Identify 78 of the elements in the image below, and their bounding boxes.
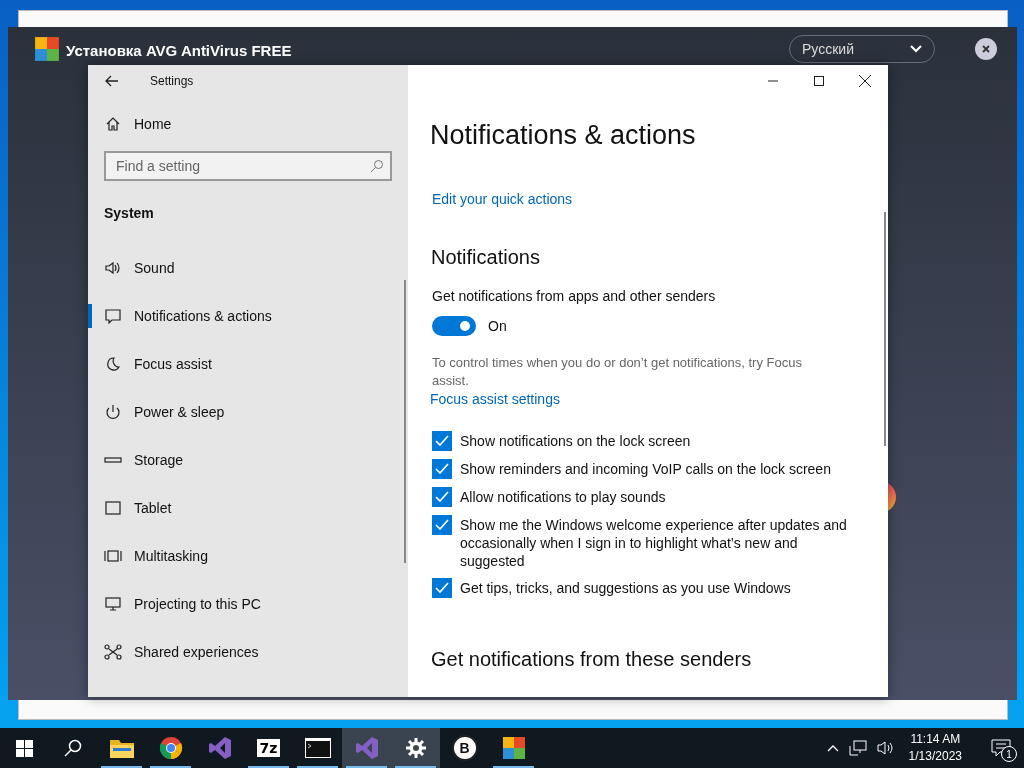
hint-text: To control times when you do or don’t get notifications, try Focus assist. — [432, 354, 803, 390]
close-button[interactable] — [975, 38, 997, 60]
taskbar-app[interactable]: B — [440, 728, 489, 768]
sidebar-item[interactable]: Power & sleep — [88, 388, 408, 436]
checkmark-icon — [435, 435, 449, 447]
sidebar-item[interactable]: Focus assist — [88, 340, 408, 388]
taskbar-app[interactable]: 7z — [244, 728, 293, 768]
scrollbar[interactable] — [404, 280, 406, 563]
toggle-switch[interactable] — [432, 316, 476, 336]
section-heading: Get notifications from these senders — [431, 648, 753, 671]
close-icon — [859, 75, 871, 87]
search-icon — [370, 159, 384, 173]
volume-icon[interactable] — [876, 740, 895, 756]
checkbox[interactable] — [432, 487, 452, 507]
browser-icon — [158, 736, 183, 760]
checkbox-label: Show reminders and incoming VoIP calls on the lock screen — [460, 460, 832, 478]
monitor-icon — [104, 596, 122, 612]
terminal-icon — [304, 738, 331, 758]
letter-logo: B — [451, 735, 478, 761]
checkmark-icon — [435, 519, 449, 531]
window-title: Settings — [150, 74, 194, 88]
sidebar-item[interactable]: Projecting to this PC — [88, 580, 408, 628]
windows-stack-icon — [104, 548, 122, 564]
share-nodes-icon — [104, 644, 122, 660]
speaker-icon — [104, 260, 122, 276]
checkbox[interactable] — [432, 515, 452, 535]
page-title: Notifications & actions — [430, 120, 697, 151]
sidebar-item[interactable]: Multitasking — [88, 532, 408, 580]
notifications-button[interactable]: 1 — [978, 728, 1024, 768]
sidebar-item[interactable]: Tablet — [88, 484, 408, 532]
search-field[interactable]: Find a setting — [104, 151, 392, 181]
checkbox-label: Get tips, tricks, and suggestions as you use Windows — [460, 579, 792, 597]
folder-icon — [109, 738, 134, 758]
logo-icon — [34, 36, 60, 62]
home-link[interactable]: Home — [88, 101, 408, 147]
speech-bubble-icon — [991, 739, 1011, 757]
notification-count: 1 — [1001, 746, 1017, 762]
close-icon — [981, 44, 991, 54]
chevron-icon — [910, 45, 922, 53]
focus-assist-link[interactable]: Focus assist settings — [430, 391, 560, 407]
sidebar-item[interactable]: Sound — [88, 244, 408, 292]
maximize-icon — [814, 76, 824, 86]
chevron-up-icon[interactable] — [826, 744, 839, 752]
windows-logo-icon — [15, 739, 33, 757]
checkbox[interactable] — [432, 431, 452, 451]
moon-icon — [104, 356, 122, 372]
section-heading: System — [103, 204, 155, 221]
ribbon-icon — [354, 736, 379, 760]
checkbox[interactable] — [432, 578, 452, 598]
speech-bubble-icon — [104, 308, 122, 324]
clock[interactable]: 11:14 AM 1/13/2023 — [908, 731, 962, 765]
checkmark-icon — [435, 463, 449, 475]
power-icon — [104, 404, 122, 420]
sidebar-item[interactable]: Shared experiences — [88, 628, 408, 676]
checkbox-label: Show notifications on the lock screen — [460, 432, 692, 450]
network-icon[interactable] — [848, 740, 867, 756]
checkbox[interactable] — [432, 459, 452, 479]
arrow-left-icon — [105, 75, 119, 87]
sidebar-item[interactable]: Storage — [88, 436, 408, 484]
house-icon — [104, 116, 122, 132]
quick-actions-link[interactable]: Edit your quick actions — [432, 191, 573, 207]
checkbox-label: Allow notifications to play sounds — [460, 488, 667, 506]
checkmark-icon — [435, 491, 449, 503]
archiver-logo: 7z — [256, 739, 281, 757]
tablet-icon — [104, 500, 122, 516]
checkmark-icon — [435, 582, 449, 594]
scrollbar[interactable] — [884, 212, 886, 446]
installer-title: Установка AVG AntiVirus FREE — [66, 41, 293, 59]
sidebar-item[interactable]: Notifications & actions — [88, 292, 408, 340]
section-heading: Notifications — [431, 246, 541, 269]
checkbox-label: Show me the Windows welcome experience after updates and occasionally when I sign in to highlight what’s new and suggested — [460, 516, 848, 570]
ribbon-icon — [207, 736, 232, 760]
search-icon — [63, 739, 82, 757]
taskbar-app[interactable] — [391, 728, 440, 768]
four-squares-icon — [501, 736, 526, 760]
toggle-state: On — [488, 318, 507, 334]
toggle-label: Get notifications from apps and other senders — [432, 288, 717, 304]
gear-icon — [404, 737, 427, 759]
